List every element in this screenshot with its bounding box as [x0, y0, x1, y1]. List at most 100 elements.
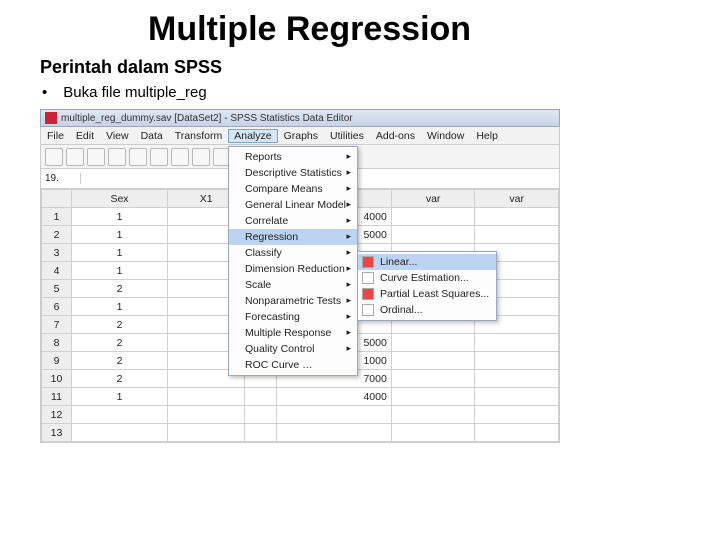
menu-item[interactable]: Multiple Response▸	[229, 325, 357, 341]
cell[interactable]	[167, 388, 244, 406]
col-header[interactable]: Sex	[72, 190, 168, 208]
cell[interactable]: 1	[72, 262, 168, 280]
menu-window[interactable]: Window	[421, 130, 470, 142]
toolbar-button[interactable]	[87, 148, 105, 166]
menu-file[interactable]: File	[41, 130, 70, 142]
col-header[interactable]: var	[391, 190, 475, 208]
menu-item[interactable]: Classify▸	[229, 245, 357, 261]
row-header[interactable]: 4	[42, 262, 72, 280]
menu-utilities[interactable]: Utilities	[324, 130, 370, 142]
menu-icon	[362, 288, 374, 300]
toolbar-button[interactable]	[192, 148, 210, 166]
cell[interactable]	[245, 406, 277, 424]
cell[interactable]: 2	[72, 280, 168, 298]
menu-icon	[362, 272, 374, 284]
submenu-item[interactable]: Ordinal...	[358, 302, 496, 318]
cell[interactable]: 2	[72, 352, 168, 370]
menubar[interactable]: FileEditViewDataTransformAnalyzeGraphsUt…	[40, 127, 560, 145]
cell[interactable]	[391, 226, 475, 244]
cell[interactable]	[475, 352, 559, 370]
menu-item[interactable]: Quality Control▸	[229, 341, 357, 357]
submenu-item[interactable]: Partial Least Squares...	[358, 286, 496, 302]
toolbar-button[interactable]	[66, 148, 84, 166]
row-header[interactable]: 9	[42, 352, 72, 370]
cell[interactable]	[72, 424, 168, 442]
analyze-menu[interactable]: Reports▸Descriptive Statistics▸Compare M…	[228, 146, 358, 376]
cell[interactable]	[167, 424, 244, 442]
col-header[interactable]: var	[475, 190, 559, 208]
cell[interactable]: 2	[72, 334, 168, 352]
toolbar-button[interactable]	[150, 148, 168, 166]
menu-icon	[362, 304, 374, 316]
cell[interactable]	[475, 424, 559, 442]
cell[interactable]	[167, 406, 244, 424]
submenu-item[interactable]: Linear...	[358, 254, 496, 270]
menu-edit[interactable]: Edit	[70, 130, 100, 142]
row-header[interactable]: 1	[42, 208, 72, 226]
cell[interactable]	[72, 406, 168, 424]
cell[interactable]: 1	[72, 388, 168, 406]
cell[interactable]: 2	[72, 370, 168, 388]
toolbar-button[interactable]	[129, 148, 147, 166]
menu-item[interactable]: Scale▸	[229, 277, 357, 293]
row-header[interactable]: 2	[42, 226, 72, 244]
row-header[interactable]: 11	[42, 388, 72, 406]
row-header[interactable]: 3	[42, 244, 72, 262]
cell[interactable]	[245, 388, 277, 406]
menu-transform[interactable]: Transform	[169, 130, 228, 142]
cell[interactable]	[391, 406, 475, 424]
toolbar-button[interactable]	[108, 148, 126, 166]
menu-item[interactable]: Nonparametric Tests▸	[229, 293, 357, 309]
toolbar-button[interactable]	[171, 148, 189, 166]
toolbar-button[interactable]	[45, 148, 63, 166]
cell[interactable]	[475, 370, 559, 388]
cell[interactable]	[475, 334, 559, 352]
col-header[interactable]	[42, 190, 72, 208]
cell[interactable]	[391, 334, 475, 352]
row-header[interactable]: 5	[42, 280, 72, 298]
menu-item[interactable]: Dimension Reduction▸	[229, 261, 357, 277]
regression-submenu[interactable]: Linear...Curve Estimation...Partial Leas…	[357, 251, 497, 321]
cell[interactable]	[475, 406, 559, 424]
cell[interactable]	[391, 352, 475, 370]
cell[interactable]: 1	[72, 298, 168, 316]
cell[interactable]: 4000	[277, 388, 392, 406]
cell[interactable]	[277, 406, 392, 424]
cell[interactable]	[391, 424, 475, 442]
menu-analyze[interactable]: Analyze	[228, 129, 277, 143]
cell[interactable]: 1	[72, 208, 168, 226]
menu-graphs[interactable]: Graphs	[278, 130, 324, 142]
row-header[interactable]: 10	[42, 370, 72, 388]
row-header[interactable]: 13	[42, 424, 72, 442]
cell[interactable]	[391, 388, 475, 406]
cell[interactable]: 2	[72, 316, 168, 334]
menu-item[interactable]: Compare Means▸	[229, 181, 357, 197]
cell[interactable]	[475, 388, 559, 406]
menu-item[interactable]: General Linear Model▸	[229, 197, 357, 213]
cell[interactable]	[245, 424, 277, 442]
menu-view[interactable]: View	[100, 130, 135, 142]
menu-item[interactable]: Correlate▸	[229, 213, 357, 229]
slide-title: Multiple Regression	[148, 10, 680, 49]
menu-item[interactable]: ROC Curve …	[229, 357, 357, 373]
row-header[interactable]: 6	[42, 298, 72, 316]
cell[interactable]: 1	[72, 226, 168, 244]
cell[interactable]	[391, 208, 475, 226]
row-header[interactable]: 7	[42, 316, 72, 334]
menu-item[interactable]: Regression▸	[229, 229, 357, 245]
menu-item[interactable]: Descriptive Statistics▸	[229, 165, 357, 181]
cell[interactable]	[475, 208, 559, 226]
row-header[interactable]: 12	[42, 406, 72, 424]
cell[interactable]: 1	[72, 244, 168, 262]
slide-subtitle: Perintah dalam SPSS	[40, 57, 680, 78]
menu-data[interactable]: Data	[135, 130, 169, 142]
menu-add-ons[interactable]: Add-ons	[370, 130, 421, 142]
menu-item[interactable]: Forecasting▸	[229, 309, 357, 325]
cell[interactable]	[475, 226, 559, 244]
cell[interactable]	[391, 370, 475, 388]
cell[interactable]	[277, 424, 392, 442]
submenu-item[interactable]: Curve Estimation...	[358, 270, 496, 286]
menu-help[interactable]: Help	[470, 130, 504, 142]
row-header[interactable]: 8	[42, 334, 72, 352]
menu-item[interactable]: Reports▸	[229, 149, 357, 165]
